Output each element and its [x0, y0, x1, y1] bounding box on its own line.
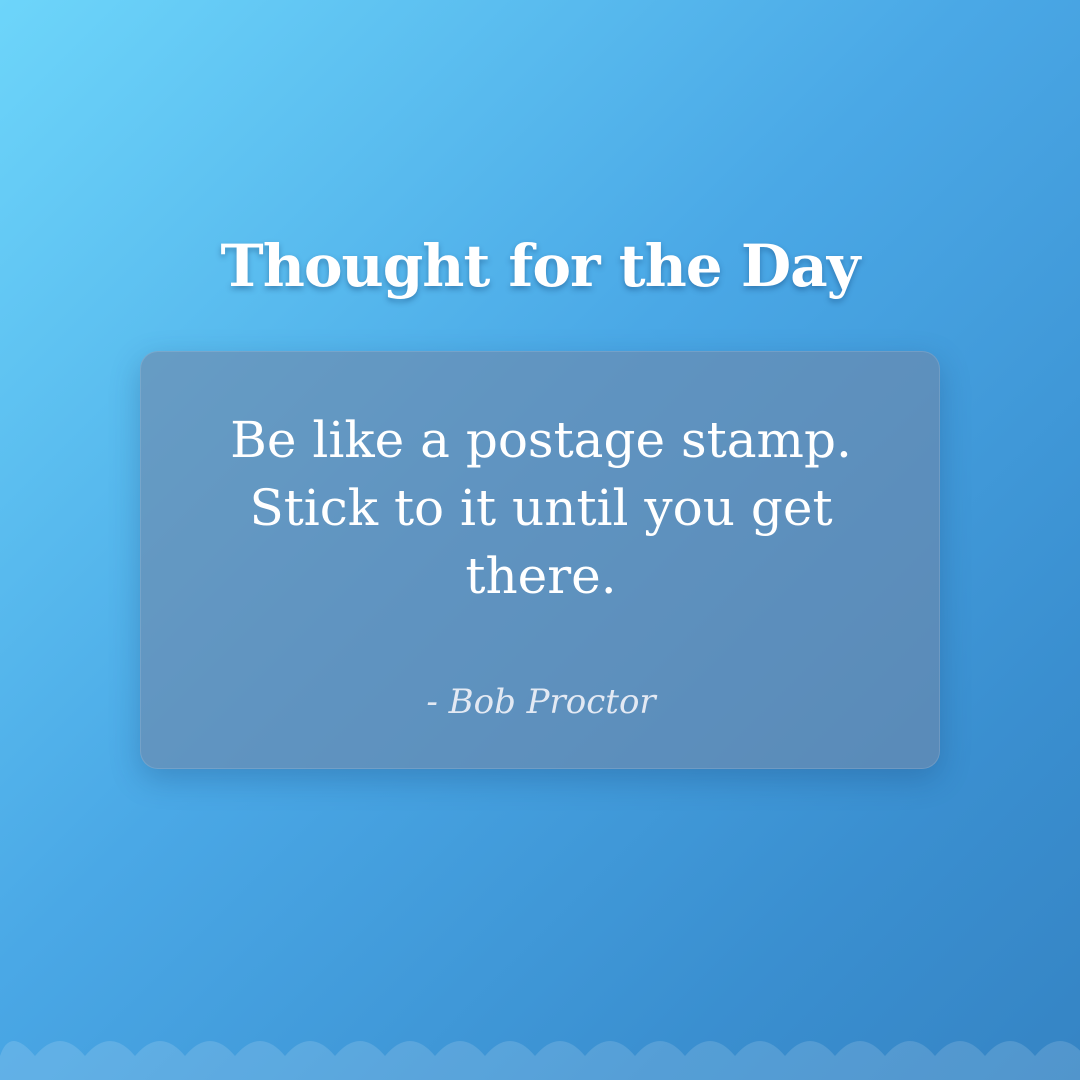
quote-card: Be like a postage stamp. Stick to it unt… — [140, 351, 940, 769]
wave-border-decoration — [0, 1041, 1080, 1080]
page-title: Thought for the Day — [220, 232, 861, 300]
quote-author: - Bob Proctor — [426, 682, 656, 722]
quote-text: Be like a postage stamp. Stick to it unt… — [230, 411, 852, 605]
quote-card-canvas: Thought for the Day Be like a postage st… — [0, 0, 1080, 1080]
